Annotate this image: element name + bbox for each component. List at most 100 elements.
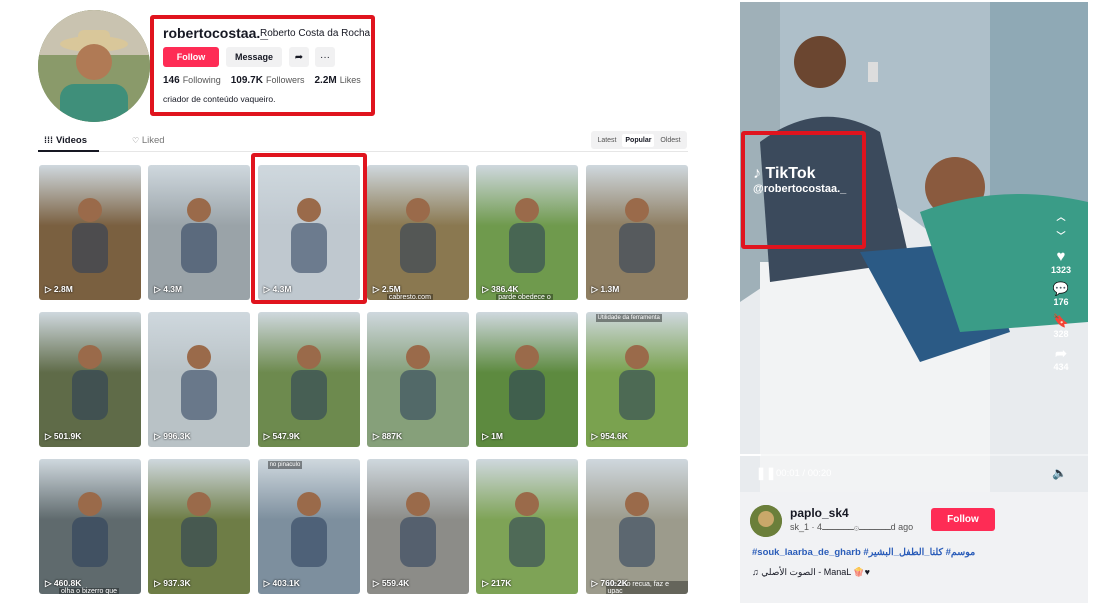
tab-liked[interactable]: ♡ Liked <box>132 135 165 146</box>
sort-switcher: Latest Popular Oldest <box>591 131 687 149</box>
video-thumbnail[interactable]: ▷ 547.9K <box>257 312 360 447</box>
comment-button[interactable]: 💬 176 <box>1050 281 1072 307</box>
play-icon: ▷ <box>154 431 161 441</box>
view-count: ▷ 460.8K <box>45 578 82 588</box>
video-caption: no pinaculo <box>267 461 303 469</box>
play-icon: ▷ <box>263 431 271 441</box>
more-icon: ··· <box>320 51 330 63</box>
sort-popular[interactable]: Popular <box>622 133 655 147</box>
comment-icon: 💬 <box>1052 281 1070 296</box>
view-count: ▷ 760.2K <box>591 578 628 588</box>
play-icon: ▷ <box>263 284 271 294</box>
like-button[interactable]: ♥ 1323 <box>1050 248 1072 275</box>
author-follow-button[interactable]: Follow <box>931 508 995 531</box>
video-action-rail: ︿ ﹀ ♥ 1323 💬 176 🔖 328 ➦ 434 <box>1050 210 1072 378</box>
video-player[interactable] <box>740 2 1088 492</box>
play-icon: ▷ <box>45 578 52 588</box>
post-music[interactable]: ♫ الصوت الأصلي - ManaL 🍿♥ <box>752 567 870 578</box>
view-count: ▷ 386.4K <box>482 284 519 294</box>
share-arrow-icon: ➦ <box>1055 345 1067 361</box>
likes-stat: 2.2M Likes <box>314 75 361 86</box>
video-thumbnail[interactable]: ▷ 501.9K <box>39 312 141 447</box>
heart-icon: ♥ <box>1056 248 1066 265</box>
more-options-button[interactable]: ··· <box>315 47 335 67</box>
author-avatar[interactable] <box>750 505 782 537</box>
video-thumbnail[interactable]: cabresto.com ▷ 2.5M <box>366 165 469 300</box>
video-thumbnail[interactable]: ▷ 887K <box>366 312 469 447</box>
play-icon: ▷ <box>45 431 52 441</box>
play-icon: ▷ <box>372 284 380 294</box>
post-hashtags[interactable]: #souk_laarba_de_gharb #موسم# كلنا_الطفل_… <box>752 547 975 558</box>
play-icon: ▷ <box>591 284 599 294</box>
video-thumbnail[interactable]: Utilidade da ferramenta ▷ 954.6K <box>585 312 688 447</box>
view-count: ▷ 2.5M <box>372 284 401 294</box>
video-thumbnail[interactable]: ▷ 2.8M <box>39 165 141 300</box>
volume-icon[interactable]: 🔈 <box>1052 466 1067 480</box>
profile-bio: criador de conteúdo vaqueiro. <box>163 94 276 104</box>
view-count: ▷ 547.9K <box>263 431 300 441</box>
view-count: ▷ 2.8M <box>45 284 73 294</box>
view-count: ▷ 501.9K <box>45 431 82 441</box>
grid-icon: ⁞⁞⁞ <box>44 135 53 145</box>
chevron-up-icon[interactable]: ︿ <box>1050 210 1072 223</box>
video-thumbnail[interactable]: ▷ 217K <box>476 459 579 594</box>
tiktok-logo-icon: ♪ <box>753 165 761 182</box>
video-thumbnail[interactable]: ele não recua, faz e upac ▷ 760.2K <box>585 459 688 594</box>
author-subline: sk_ــــــ۞ــــــ4 · 1d ago <box>790 522 914 532</box>
video-thumbnail[interactable]: ▷ 996.3K <box>148 312 251 447</box>
play-icon: ▷ <box>482 578 489 588</box>
video-thumbnail[interactable]: ▷ 937.3K <box>148 459 251 594</box>
heart-outline-icon: ♡ <box>132 136 140 145</box>
play-icon: ▷ <box>154 578 161 588</box>
view-count: ▷ 887K <box>372 431 403 441</box>
sort-latest[interactable]: Latest <box>594 134 619 147</box>
play-icon: ▷ <box>591 578 599 588</box>
profile-username: robertocostaa._ <box>163 25 269 41</box>
tab-videos[interactable]: ⁞⁞⁞ Videos <box>38 135 99 152</box>
video-thumbnail[interactable]: ▷ 4.3M <box>148 165 251 300</box>
view-count: ▷ 1.3M <box>591 284 620 294</box>
video-thumbnail[interactable]: parde obedece o ▷ 386.4K <box>476 165 579 300</box>
video-thumbnail[interactable]: ▷ 1.3M <box>585 165 688 300</box>
video-thumbnail[interactable]: ▷ 4.3M <box>257 165 360 300</box>
progress-bar[interactable] <box>740 454 1088 456</box>
play-icon: ▷ <box>263 578 271 588</box>
play-icon: ▷ <box>372 578 380 588</box>
followers-stat[interactable]: 109.7K Followers <box>231 75 305 86</box>
view-count: ▷ 4.3M <box>154 284 183 294</box>
view-count: ▷ 403.1K <box>263 578 300 588</box>
video-thumbnail[interactable]: ▷ 1M <box>476 312 579 447</box>
play-icon: ▷ <box>45 284 52 294</box>
player-controls: ❚❚ 00:01 / 00:20 🔈 <box>740 452 1088 492</box>
view-count: ▷ 937.3K <box>154 578 191 588</box>
pause-icon[interactable]: ❚❚ <box>756 466 776 480</box>
view-count: ▷ 996.3K <box>154 431 191 441</box>
following-stat[interactable]: 146 Following <box>163 75 221 86</box>
video-caption: Utilidade da ferramenta <box>595 314 662 322</box>
view-count: ▷ 217K <box>482 578 512 588</box>
view-count: ▷ 559.4K <box>372 578 410 588</box>
bookmark-icon: 🔖 <box>1052 313 1070 328</box>
message-button[interactable]: Message <box>226 47 282 67</box>
chevron-down-icon[interactable]: ﹀ <box>1050 229 1072 242</box>
share-icon: ➦ <box>294 51 304 63</box>
play-icon: ▷ <box>482 284 489 294</box>
profile-stats: 146 Following 109.7K Followers 2.2M Likes <box>163 75 361 86</box>
share-profile-button[interactable]: ➦ <box>289 47 309 67</box>
play-icon: ▷ <box>591 431 599 441</box>
profile-avatar[interactable] <box>38 10 150 122</box>
author-name[interactable]: paplo_sk4 <box>790 506 849 520</box>
profile-nickname: Roberto Costa da Rocha <box>260 28 371 39</box>
play-icon: ▷ <box>372 431 380 441</box>
video-thumbnail[interactable]: ▷ 559.4K <box>366 459 469 594</box>
video-thumbnail[interactable]: no pinaculo ▷ 403.1K <box>257 459 360 594</box>
follow-button[interactable]: Follow <box>163 47 219 67</box>
time-readout: 00:01 / 00:20 <box>776 468 832 479</box>
view-count: ▷ 954.6K <box>591 431 628 441</box>
save-button[interactable]: 🔖 328 <box>1050 313 1072 339</box>
sort-oldest[interactable]: Oldest <box>657 134 683 147</box>
share-button[interactable]: ➦ 434 <box>1050 345 1072 372</box>
view-count: ▷ 1M <box>482 431 503 441</box>
video-thumbnail[interactable]: olha o bizerro que ▷ 460.8K <box>39 459 141 594</box>
play-icon: ▷ <box>154 284 161 294</box>
